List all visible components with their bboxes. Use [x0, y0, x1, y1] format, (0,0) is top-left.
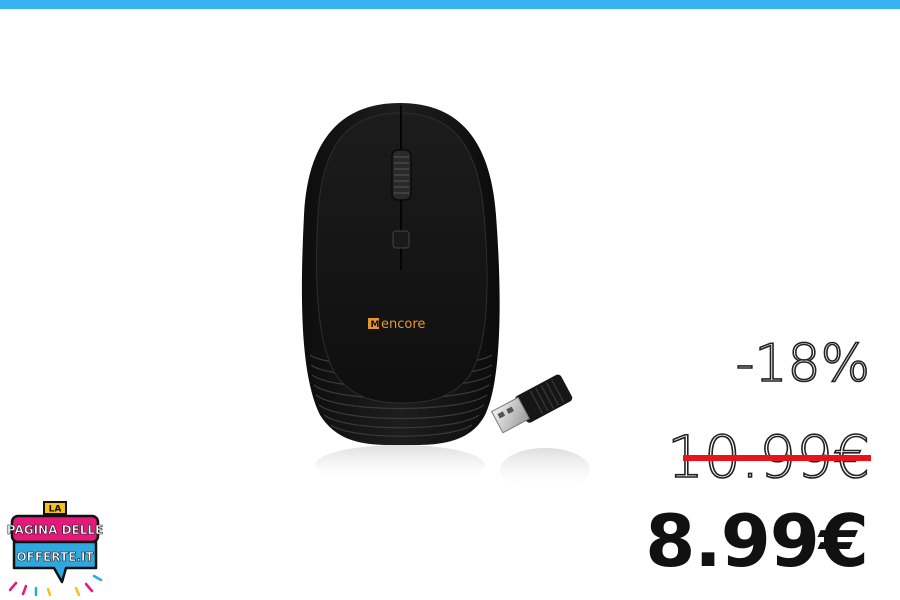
logo-line2: PAGINA DELLE: [7, 523, 103, 537]
logo-line3: OFFERTE.IT: [16, 550, 94, 564]
top-accent-bar: [0, 0, 900, 9]
receiver-reflection: [500, 448, 590, 492]
brand-logo: M encore: [368, 317, 425, 332]
logo-burst-icon: [8, 581, 94, 596]
brand-name: encore: [381, 317, 425, 332]
svg-text:M: M: [371, 320, 380, 330]
price-strikethrough: [683, 455, 871, 461]
promo-card: M encore -18% 10.99€ 8.99€ LA PAGINA DEL…: [0, 0, 900, 600]
site-logo: LA PAGINA DELLE OFFERTE.IT: [6, 501, 104, 596]
product-image: M encore: [301, 103, 590, 492]
logo-line1: LA: [49, 505, 62, 515]
usb-receiver: [490, 374, 573, 434]
dpi-button-icon: [392, 230, 410, 249]
mouse-reflection: [315, 445, 485, 485]
sale-price: 8.99€: [645, 499, 869, 583]
discount-percent: -18%: [735, 334, 871, 394]
